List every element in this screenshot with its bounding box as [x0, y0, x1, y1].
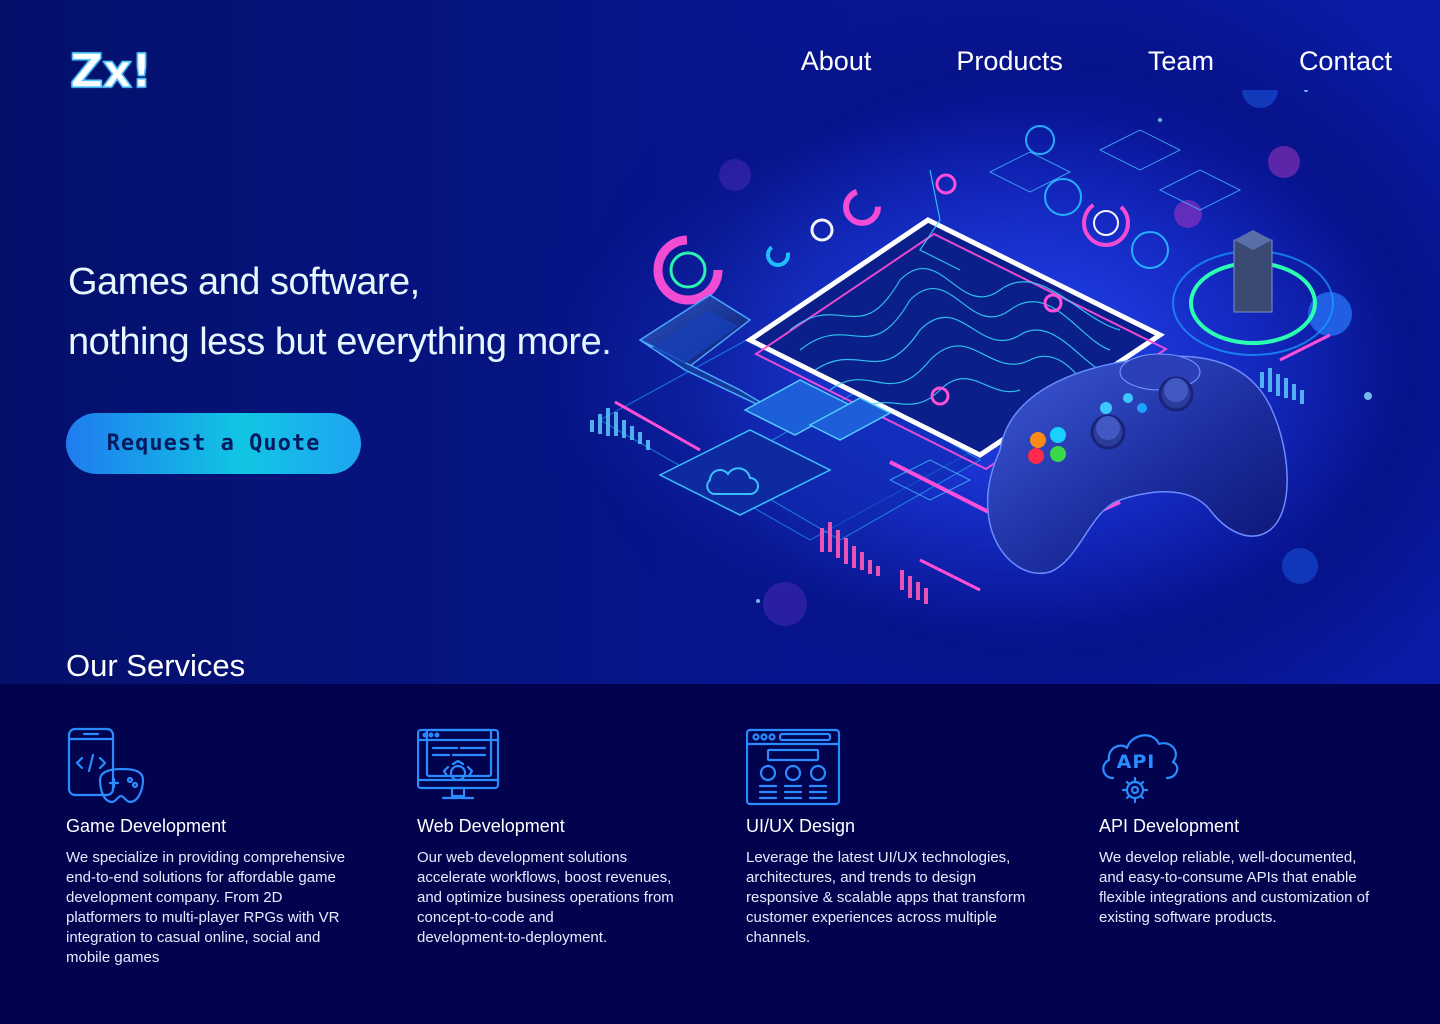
- hero-illustration: [560, 90, 1400, 630]
- monitor-gear-icon: [417, 728, 500, 800]
- service-name: Game Development: [66, 816, 227, 836]
- desc-line: We develop reliable, well-documented,: [1099, 849, 1357, 866]
- desc-line: existing software products.: [1099, 909, 1277, 926]
- desc-line: customer experiences across multiple: [746, 909, 997, 926]
- request-quote-button[interactable]: Request a Quote: [66, 413, 361, 474]
- service-api-development: API API Development We develop reliable,…: [1099, 726, 1399, 926]
- desc-line: concept-to-code and: [417, 909, 554, 926]
- desc-line: We specialize in providing comprehensive: [66, 849, 346, 866]
- desc-line: responsive & scalable apps that transfor…: [746, 889, 1026, 906]
- desc-line: development company. From 2D: [66, 889, 283, 906]
- nav-about[interactable]: About: [801, 44, 872, 78]
- service-name: Web Development: [417, 816, 565, 836]
- desc-line: integration to casual online, social and: [66, 929, 321, 946]
- api-cloud-gear-icon: API: [1102, 734, 1179, 804]
- svg-text:API: API: [1117, 751, 1156, 773]
- brand-logo[interactable]: Zx!: [69, 43, 153, 99]
- nav-contact[interactable]: Contact: [1299, 44, 1392, 78]
- desc-line: development-to-deployment.: [417, 929, 608, 946]
- headline-line-1: Games and software,: [68, 261, 420, 303]
- desc-line: accelerate workflows, boost revenues,: [417, 869, 672, 886]
- nav-products[interactable]: Products: [956, 44, 1063, 78]
- desc-line: flexible integrations and customization …: [1099, 889, 1370, 906]
- browser-layout-icon: [746, 728, 841, 806]
- service-uiux-design: UI/UX Design Leverage the latest UI/UX t…: [746, 726, 1066, 946]
- nav-team[interactable]: Team: [1148, 44, 1214, 78]
- desc-line: Leverage the latest UI/UX technologies,: [746, 849, 1011, 866]
- services-title: Our Services: [66, 648, 246, 683]
- desc-line: mobile games: [66, 949, 160, 966]
- service-name: API Development: [1099, 816, 1240, 836]
- hero-headline: Games and software, nothing less but eve…: [68, 252, 628, 372]
- desc-line: and optimize business operations from: [417, 889, 674, 906]
- top-nav: About Products Team Contact: [716, 44, 1392, 78]
- desc-line: architectures, and trends to design: [746, 869, 977, 886]
- desc-line: end-to-end solutions for affordable game: [66, 869, 336, 886]
- headline-line-2: nothing less but everything more.: [68, 321, 612, 363]
- service-name: UI/UX Design: [746, 816, 856, 836]
- desc-line: Our web development solutions: [417, 849, 628, 866]
- desc-line: platformers to multi-player RPGs with VR: [66, 909, 340, 926]
- desc-line: channels.: [746, 929, 811, 946]
- service-game-development: Game Development We specialize in provid…: [66, 726, 366, 966]
- service-web-development: Web Development Our web development solu…: [417, 726, 717, 946]
- service-description: Leverage the latest UI/UX technologies, …: [746, 848, 1025, 948]
- mobile-gamepad-icon: [67, 727, 145, 804]
- service-description: We specialize in providing comprehensive…: [66, 848, 345, 968]
- hero-section: Zx! About Products Team Contact Games an…: [0, 0, 1440, 684]
- desc-line: and easy-to-consume APIs that enable: [1099, 869, 1357, 886]
- service-description: Our web development solutions accelerate…: [417, 848, 674, 948]
- service-description: We develop reliable, well-documented, an…: [1099, 848, 1369, 928]
